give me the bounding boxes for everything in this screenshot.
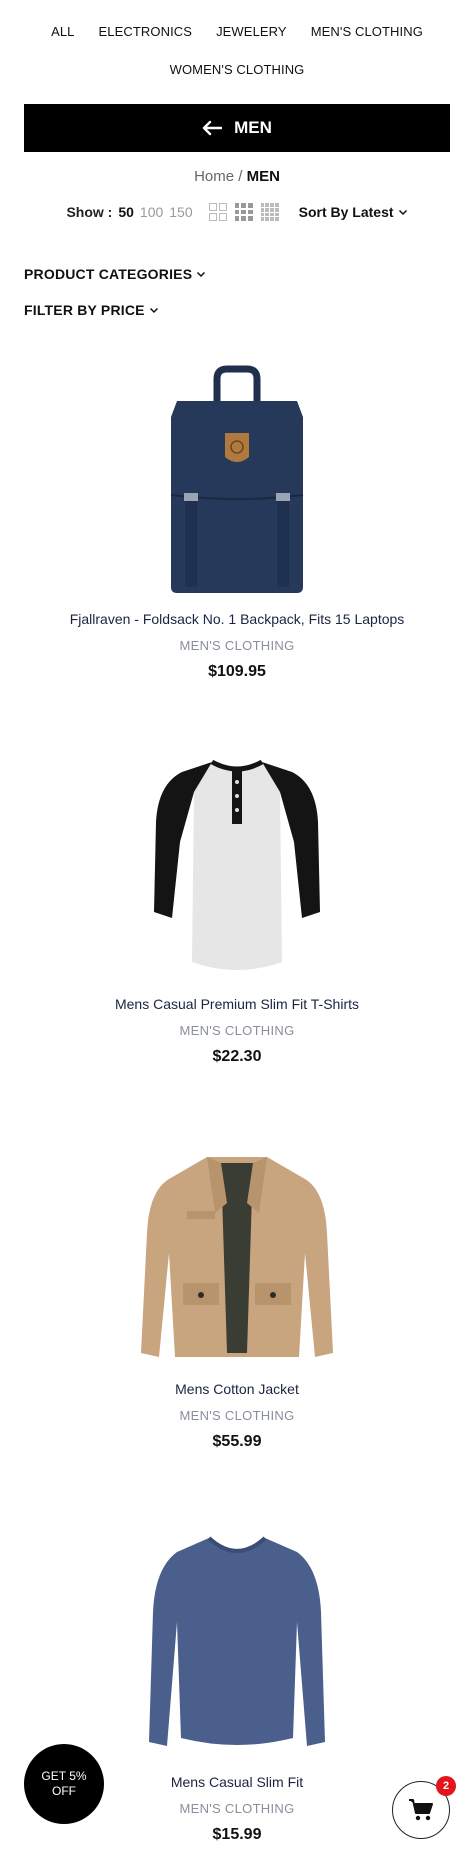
product-category: MEN'S CLOTHING [179,638,295,653]
show-option-150[interactable]: 150 [169,204,192,220]
category-electronics[interactable]: ELECTRONICS [99,24,193,39]
chevron-down-icon [398,209,407,216]
chevron-down-icon [149,307,158,314]
show-option-100[interactable]: 100 [140,204,163,220]
long-sleeve-shirt-image[interactable] [147,1532,327,1758]
product-price: $55.99 [212,1433,262,1450]
product-category: MEN'S CLOTHING [179,1023,295,1038]
category-nav: ALL ELECTRONICS JEWELERY MEN'S CLOTHING … [0,18,474,77]
breadcrumb-home[interactable]: Home [194,168,234,185]
promo-text: GET 5% OFF [41,1769,86,1799]
filter-by-price-label: FILTER BY PRICE [24,302,145,318]
show-option-50[interactable]: 50 [118,204,134,220]
product-categories-toggle[interactable]: PRODUCT CATEGORIES [24,266,206,282]
product-title[interactable]: Mens Cotton Jacket [0,1381,474,1397]
product-price: $22.30 [212,1048,262,1065]
product-categories-label: PRODUCT CATEGORIES [24,266,193,282]
product-category: MEN'S CLOTHING [179,1408,295,1423]
cart-count-badge: 2 [436,1776,456,1796]
category-jewelery[interactable]: JEWELERY [216,24,287,39]
chevron-down-icon [197,271,206,278]
filter-by-price-toggle[interactable]: FILTER BY PRICE [24,302,159,318]
back-button-label: MEN [234,118,272,137]
jacket-image[interactable] [137,1143,337,1365]
sort-label: Sort By Latest [298,204,394,220]
show-label: Show : [66,204,113,220]
raglan-shirt-image[interactable] [152,752,322,978]
category-mens-clothing[interactable]: MEN'S CLOTHING [311,24,423,39]
breadcrumb-current: MEN [246,168,280,185]
product-toolbar: Show : 50 100 150 Sort By Latest [0,203,474,221]
product-card: Mens Cotton Jacket MEN'S CLOTHING $55.99 [0,1143,474,1451]
category-row: ALL ELECTRONICS JEWELERY MEN'S CLOTHING [0,24,474,39]
breadcrumb: Home / MEN [0,168,474,185]
back-button[interactable]: MEN [24,104,450,152]
backpack-image[interactable] [157,365,317,593]
sort-dropdown[interactable]: Sort By Latest [299,204,408,220]
grid-4-icon[interactable] [260,203,279,221]
category-all[interactable]: ALL [51,24,74,39]
promo-line-1: GET 5% [41,1769,87,1783]
arrow-left-icon [202,120,223,136]
category-womens-clothing[interactable]: WOMEN'S CLOTHING [170,62,305,77]
breadcrumb-separator: / [238,168,243,185]
product-title[interactable]: Mens Casual Premium Slim Fit T-Shirts [0,996,474,1012]
product-title[interactable]: Fjallraven - Foldsack No. 1 Backpack, Fi… [0,611,474,627]
discount-promo-button[interactable]: GET 5% OFF [24,1744,104,1824]
product-price: $109.95 [208,663,266,680]
grid-view-switcher [208,203,279,221]
grid-3-icon[interactable] [234,203,253,221]
grid-2-icon[interactable] [208,203,227,221]
product-card: Fjallraven - Foldsack No. 1 Backpack, Fi… [0,365,474,681]
promo-line-2: OFF [51,1784,76,1798]
product-card: Mens Casual Premium Slim Fit T-Shirts ME… [0,752,474,1066]
shopping-cart-icon [409,1799,433,1821]
category-row: WOMEN'S CLOTHING [0,62,474,77]
